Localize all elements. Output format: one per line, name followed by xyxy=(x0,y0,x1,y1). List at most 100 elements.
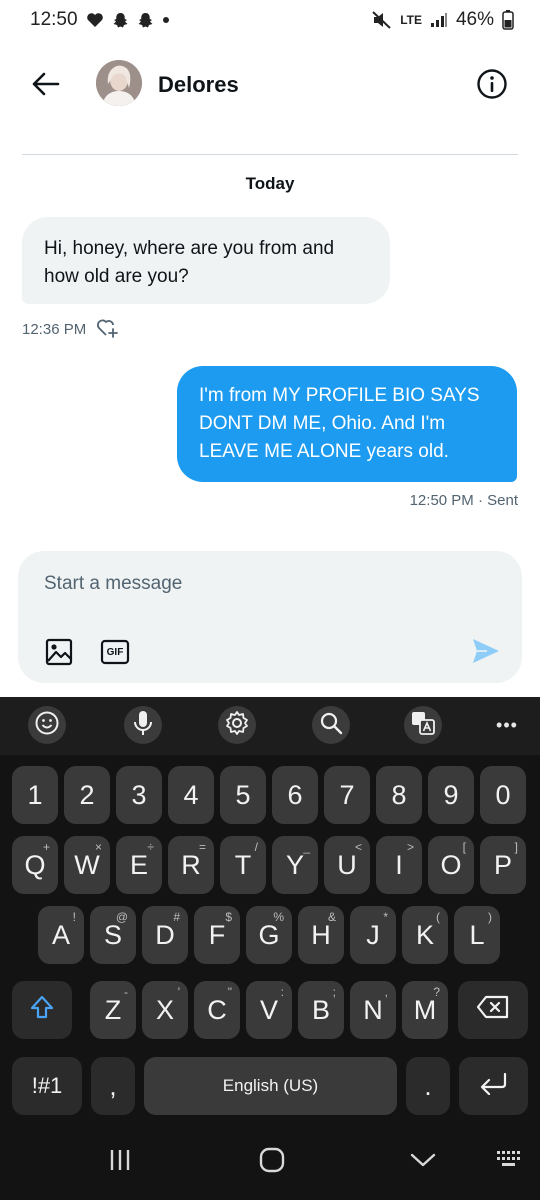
key-secondary-label: $ xyxy=(225,910,232,924)
key-label: 6 xyxy=(287,779,303,810)
keyboard-switch-button[interactable] xyxy=(490,1147,530,1177)
image-icon xyxy=(44,638,74,671)
key-3[interactable]: 3 xyxy=(116,766,162,824)
key-x[interactable]: X ' xyxy=(142,981,188,1039)
keyboard-toolbar: ••• xyxy=(0,697,540,755)
voice-input-button[interactable] xyxy=(124,706,162,744)
symbols-key[interactable]: !#1 xyxy=(12,1057,82,1115)
emoji-button[interactable] xyxy=(28,706,66,744)
key-secondary-label: * xyxy=(383,910,388,924)
incoming-message-meta: 12:36 PM xyxy=(22,316,120,342)
key-label: 3 xyxy=(131,779,147,810)
key-g[interactable]: G% xyxy=(246,906,292,964)
key-secondary-label: < xyxy=(354,840,362,854)
message-input[interactable] xyxy=(44,573,484,595)
key-9[interactable]: 9 xyxy=(428,766,474,824)
key-label: W xyxy=(74,849,100,880)
incoming-message[interactable]: Hi, honey, where are you from and how ol… xyxy=(22,217,390,304)
key-f[interactable]: F $ xyxy=(194,906,240,964)
key-i[interactable]: I > xyxy=(376,836,422,894)
key-1[interactable]: 1 xyxy=(12,766,58,824)
key-label: I xyxy=(395,849,403,880)
key-z[interactable]: Z- xyxy=(90,981,136,1039)
key-k[interactable]: K( xyxy=(402,906,448,964)
recents-button[interactable] xyxy=(100,1147,140,1177)
key-label: Y xyxy=(285,849,304,880)
key-t[interactable]: T / xyxy=(220,836,266,894)
key-d[interactable]: D # xyxy=(142,906,188,964)
recents-icon xyxy=(107,1148,133,1177)
dot-icon xyxy=(162,16,170,24)
enter-key[interactable] xyxy=(459,1057,528,1115)
settings-icon xyxy=(224,710,250,741)
add-gif-button[interactable]: GIF xyxy=(100,639,130,665)
key-8[interactable]: 8 xyxy=(376,766,422,824)
key-o[interactable]: O[ xyxy=(428,836,474,894)
key-label: A xyxy=(51,919,70,950)
key-r[interactable]: R = xyxy=(168,836,214,894)
space-key[interactable]: English (US) xyxy=(144,1057,397,1115)
send-button[interactable] xyxy=(470,635,502,667)
key-label: P xyxy=(493,849,512,880)
key-n[interactable]: N, xyxy=(350,981,396,1039)
key-6[interactable]: 6 xyxy=(272,766,318,824)
key-b[interactable]: B; xyxy=(298,981,344,1039)
keyboard-search-button[interactable] xyxy=(312,706,350,744)
key-a[interactable]: A! xyxy=(38,906,84,964)
key-7[interactable]: 7 xyxy=(324,766,370,824)
hide-keyboard-button[interactable] xyxy=(403,1147,443,1177)
comma-key[interactable]: , xyxy=(91,1057,135,1115)
key-secondary-label: + xyxy=(42,840,50,854)
back-button[interactable] xyxy=(24,64,68,108)
period-key[interactable]: . xyxy=(406,1057,450,1115)
backspace-key[interactable] xyxy=(458,981,528,1039)
home-button[interactable] xyxy=(252,1147,292,1177)
key-y[interactable]: Y _ xyxy=(272,836,318,894)
key-v[interactable]: V: xyxy=(246,981,292,1039)
message-composer: GIF xyxy=(18,551,522,683)
key-label: 7 xyxy=(339,779,355,810)
outgoing-message[interactable]: I'm from MY PROFILE BIO SAYS DONT DM ME,… xyxy=(177,366,517,482)
key-5[interactable]: 5 xyxy=(220,766,266,824)
snapchat-icon xyxy=(112,12,129,29)
key-h[interactable]: H & xyxy=(298,906,344,964)
key-w[interactable]: W × xyxy=(64,836,110,894)
key-j[interactable]: J * xyxy=(350,906,396,964)
key-secondary-label: ! xyxy=(72,910,76,924)
key-m[interactable]: M? xyxy=(402,981,448,1039)
add-reaction-icon[interactable] xyxy=(96,316,120,342)
shift-key[interactable] xyxy=(12,981,72,1039)
add-image-button[interactable] xyxy=(44,637,74,667)
key-0[interactable]: 0 xyxy=(480,766,526,824)
avatar[interactable] xyxy=(96,60,142,106)
key-2[interactable]: 2 xyxy=(64,766,110,824)
key-q[interactable]: Q + xyxy=(12,836,58,894)
key-l[interactable]: L) xyxy=(454,906,500,964)
key-label: L xyxy=(469,919,485,950)
send-icon xyxy=(470,639,502,671)
search-icon xyxy=(319,711,343,740)
key-secondary-label: ÷ xyxy=(147,840,154,854)
conversation-info-button[interactable] xyxy=(474,68,510,104)
key-label: O xyxy=(440,849,462,880)
translate-button[interactable] xyxy=(404,706,442,744)
key-c[interactable]: C " xyxy=(194,981,240,1039)
key-u[interactable]: U < xyxy=(324,836,370,894)
key-secondary-label: ? xyxy=(433,985,440,999)
key-label: F xyxy=(208,919,226,950)
key-e[interactable]: E ÷ xyxy=(116,836,162,894)
conversation-header: Delores xyxy=(0,50,540,122)
key-4[interactable]: 4 xyxy=(168,766,214,824)
status-time: 12:50 xyxy=(30,9,78,30)
key-label: C xyxy=(207,994,227,1025)
more-options-button[interactable]: ••• xyxy=(488,706,526,744)
key-s[interactable]: S @ xyxy=(90,906,136,964)
key-label: E xyxy=(129,849,148,880)
home-icon xyxy=(258,1146,286,1179)
key-p[interactable]: P] xyxy=(480,836,526,894)
date-separator: Today xyxy=(245,174,295,193)
shift-icon xyxy=(29,994,55,1027)
key-secondary-label: ] xyxy=(514,840,518,854)
keyboard-settings-button[interactable] xyxy=(218,706,256,744)
contact-name[interactable]: Delores xyxy=(158,72,239,98)
